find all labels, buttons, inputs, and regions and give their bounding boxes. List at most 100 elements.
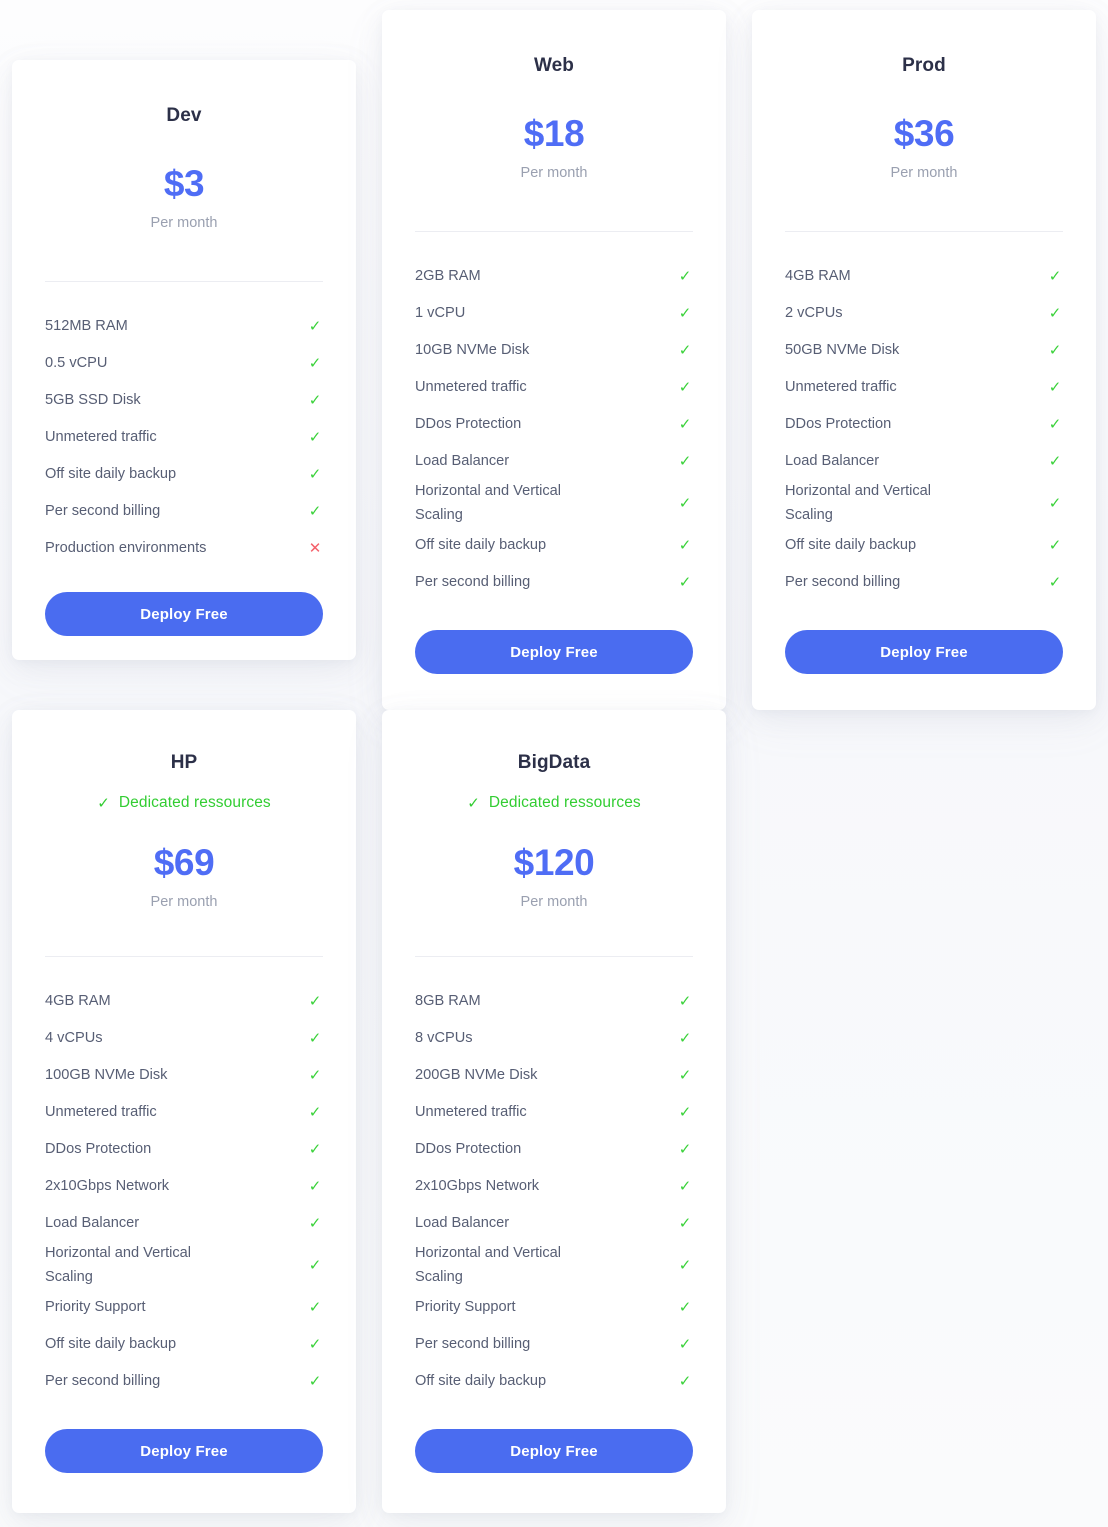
check-icon: ✓ xyxy=(678,1257,692,1275)
check-icon: ✓ xyxy=(678,305,692,322)
check-icon: ✓ xyxy=(308,429,322,446)
feature-row: Horizontal and Vertical Scaling ✓ xyxy=(785,480,1063,527)
plan-period: Per month xyxy=(520,894,588,910)
check-icon: ✓ xyxy=(1048,537,1062,555)
feature-list: 512MB RAM ✓ 0.5 vCPU ✓ 5GB SSD Disk ✓ Unmetere… xyxy=(45,308,323,567)
feature-label: 4 vCPUs xyxy=(45,1029,103,1046)
check-icon: ✓ xyxy=(308,993,322,1010)
feature-label: 2GB RAM xyxy=(415,267,481,284)
feature-label: Unmetered traffic xyxy=(45,428,157,445)
feature-row: Horizontal and Vertical Scaling ✓ xyxy=(415,480,693,527)
check-icon: ✓ xyxy=(678,379,692,396)
deploy-free-button[interactable]: Deploy Free xyxy=(415,1429,693,1474)
card-divider xyxy=(45,281,323,282)
check-icon: ✓ xyxy=(308,318,322,335)
feature-row: Load Balancer ✓ xyxy=(415,1205,693,1242)
check-icon: ✓ xyxy=(678,1299,692,1317)
check-icon: ✓ xyxy=(308,355,322,372)
feature-label: 512MB RAM xyxy=(45,317,128,334)
feature-row: Unmetered traffic ✓ xyxy=(415,1094,693,1131)
feature-row: Per second billing ✓ xyxy=(415,1326,693,1363)
feature-label: DDos Protection xyxy=(415,415,522,432)
feature-row: 1 vCPU ✓ xyxy=(415,295,693,332)
pricing-card-web: Web $18 Per month 2GB RAM ✓ 1 vCPU ✓ 10GB NV… xyxy=(382,10,726,710)
check-icon: ✓ xyxy=(678,574,692,592)
plan-title: BigData xyxy=(517,752,591,773)
feature-row: 8GB RAM ✓ xyxy=(415,983,693,1020)
pricing-card-hp: HP ✓ Dedicated ressources $69 Per month … xyxy=(12,710,356,1513)
check-icon: ✓ xyxy=(467,794,480,812)
feature-list: 4GB RAM ✓ 2 vCPUs ✓ 50GB NVMe Disk ✓ Unmetered… xyxy=(785,258,1063,601)
check-icon: ✓ xyxy=(678,495,692,513)
check-icon: ✓ xyxy=(678,1030,692,1047)
plan-title: HP xyxy=(170,752,198,773)
feature-row: 100GB NVMe Disk ✓ xyxy=(45,1057,323,1094)
feature-label: Off site daily backup xyxy=(785,536,917,553)
feature-label: 100GB NVMe Disk xyxy=(45,1066,168,1083)
check-icon: ✓ xyxy=(678,342,692,359)
feature-label: DDos Protection xyxy=(45,1140,152,1157)
deploy-free-button[interactable]: Deploy Free xyxy=(45,1429,323,1474)
feature-list: 4GB RAM ✓ 4 vCPUs ✓ 100GB NVMe Disk ✓ Unmetere… xyxy=(45,983,323,1400)
feature-label: 0.5 vCPU xyxy=(45,354,108,371)
feature-row: Unmetered traffic ✓ xyxy=(45,1094,323,1131)
deploy-free-button[interactable]: Deploy Free xyxy=(45,592,323,636)
feature-label: 8GB RAM xyxy=(415,992,481,1009)
deploy-free-button[interactable]: Deploy Free xyxy=(785,630,1063,675)
feature-label: DDos Protection xyxy=(415,1140,522,1157)
check-icon: ✓ xyxy=(308,1336,322,1354)
feature-label: Off site daily backup xyxy=(45,465,177,482)
feature-row: DDos Protection ✓ xyxy=(785,406,1063,443)
feature-label: Per second billing xyxy=(785,573,901,590)
feature-label: 2 vCPUs xyxy=(785,304,843,321)
feature-row: Priority Support ✓ xyxy=(415,1289,693,1326)
feature-row: 4GB RAM ✓ xyxy=(45,983,323,1020)
plan-title: Prod xyxy=(902,55,946,76)
feature-label: Load Balancer xyxy=(415,1214,510,1231)
feature-row: Per second billing ✓ xyxy=(45,1363,323,1400)
feature-label: Off site daily backup xyxy=(415,536,547,553)
pricing-card-bigdata: BigData ✓ Dedicated ressources $120 Per … xyxy=(382,710,726,1513)
feature-label: Priority Support xyxy=(415,1298,516,1315)
check-icon: ✓ xyxy=(678,1215,692,1232)
feature-row: Load Balancer ✓ xyxy=(45,1205,323,1242)
plan-title: Dev xyxy=(166,105,202,126)
feature-label: Load Balancer xyxy=(45,1214,140,1231)
feature-row: 10GB NVMe Disk ✓ xyxy=(415,332,693,369)
feature-row: Off site daily backup ✓ xyxy=(415,527,693,564)
feature-label: Load Balancer xyxy=(415,452,510,469)
pricing-card-dev: Dev $3 Per month 512MB RAM ✓ 0.5 vCPU ✓ 5GB … xyxy=(12,60,356,660)
feature-row: Off site daily backup ✓ xyxy=(45,1326,323,1363)
feature-label: 2x10Gbps Network xyxy=(45,1177,170,1194)
check-icon: ✓ xyxy=(1048,416,1062,433)
pricing-page: Dev $3 Per month 512MB RAM ✓ 0.5 vCPU ✓ 5GB … xyxy=(0,0,1108,1527)
plan-price: $3 xyxy=(163,163,205,204)
pricing-card-prod: Prod $36 Per month 4GB RAM ✓ 2 vCPUs ✓ 50GB … xyxy=(752,10,1096,710)
feature-label: Unmetered traffic xyxy=(415,1103,527,1120)
feature-label: Priority Support xyxy=(45,1298,146,1315)
feature-row: Load Balancer ✓ xyxy=(415,443,693,480)
check-icon: ✓ xyxy=(97,794,110,812)
feature-label: Unmetered traffic xyxy=(785,378,897,395)
feature-row: DDos Protection ✓ xyxy=(415,406,693,443)
check-icon: ✓ xyxy=(678,1336,692,1354)
feature-label: Unmetered traffic xyxy=(415,378,527,395)
feature-label: Per second billing xyxy=(45,502,161,519)
plan-price: $18 xyxy=(523,113,585,154)
plan-title: Web xyxy=(533,55,575,76)
dedicated-resources-label: Dedicated ressources xyxy=(118,794,271,811)
feature-label: 50GB NVMe Disk xyxy=(785,341,900,358)
check-icon: ✓ xyxy=(1048,379,1062,396)
check-icon: ✓ xyxy=(678,453,692,470)
check-icon: ✓ xyxy=(308,1215,322,1232)
feature-row: 4GB RAM ✓ xyxy=(785,258,1063,295)
feature-row: 2 vCPUs ✓ xyxy=(785,295,1063,332)
feature-row: 200GB NVMe Disk ✓ xyxy=(415,1057,693,1094)
feature-label: 5GB SSD Disk xyxy=(45,391,141,408)
deploy-free-button[interactable]: Deploy Free xyxy=(415,630,693,675)
feature-label: 8 vCPUs xyxy=(415,1029,473,1046)
feature-row: 512MB RAM ✓ xyxy=(45,308,323,345)
check-icon: ✓ xyxy=(1048,574,1062,592)
check-icon: ✓ xyxy=(678,1178,692,1195)
check-icon: ✓ xyxy=(308,1178,322,1195)
